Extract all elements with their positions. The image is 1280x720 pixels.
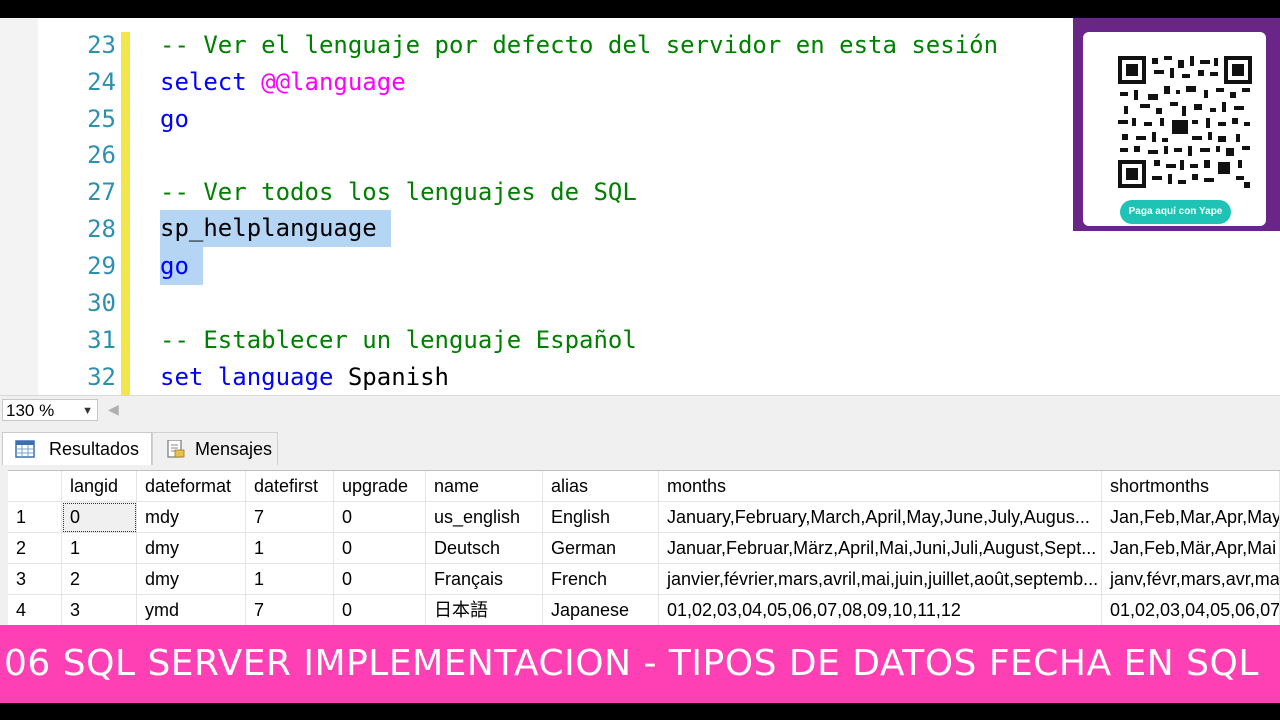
grid-cell[interactable]: 2 <box>62 564 137 595</box>
keyword-select: select <box>160 68 262 96</box>
grid-cell[interactable]: English <box>543 502 659 533</box>
grid-cell[interactable]: janvier,février,mars,avril,mai,juin,juil… <box>659 564 1102 595</box>
grid-results-icon <box>15 440 35 458</box>
qr-payment-overlay: Paga aquí con Yape <box>1073 18 1280 231</box>
messages-icon <box>167 440 185 458</box>
column-header[interactable]: langid <box>62 471 137 502</box>
line-number: 27 <box>87 178 116 206</box>
grid-cell[interactable]: mdy <box>137 502 246 533</box>
grid-cell[interactable]: French <box>543 564 659 595</box>
line-number: 32 <box>87 363 116 391</box>
grid-cell-selected[interactable]: 0 <box>62 502 137 533</box>
tab-messages-label: Mensajes <box>195 439 273 459</box>
line-number: 24 <box>87 68 116 96</box>
code-line-selected[interactable]: go <box>160 247 204 285</box>
code-line-comment[interactable]: -- Ver todos los lenguajes de SQL <box>160 177 637 207</box>
grid-cell[interactable]: Japanese <box>543 595 659 626</box>
row-number: 1 <box>8 502 62 533</box>
identifier-spanish: Spanish <box>347 363 449 391</box>
results-grid[interactable]: langid dateformat datefirst upgrade name… <box>8 470 1280 626</box>
grid-cell[interactable]: Français <box>426 564 543 595</box>
chevron-down-icon: ▼ <box>82 405 93 417</box>
grid-cell[interactable]: 7 <box>246 502 334 533</box>
grid-cell[interactable]: 日本語 <box>426 595 543 626</box>
zoom-dropdown[interactable]: 130 % ▼ <box>2 399 98 421</box>
variable-language: @@language <box>261 68 406 96</box>
grid-cell[interactable]: dmy <box>137 564 246 595</box>
selected-text: sp_helplanguage <box>160 210 392 247</box>
grid-cell[interactable]: janv,févr,mars,avr,ma <box>1102 564 1280 595</box>
editor-status-bar: 130 % ▼ ◀ <box>0 395 1280 426</box>
column-header[interactable]: alias <box>543 471 659 502</box>
grid-cell[interactable]: Jan,Feb,Mar,Apr,May <box>1102 502 1280 533</box>
grid-cell[interactable]: 1 <box>62 533 137 564</box>
grid-cell[interactable]: dmy <box>137 533 246 564</box>
grid-cell[interactable]: January,February,March,April,May,June,Ju… <box>659 502 1102 533</box>
qr-code-icon <box>1118 56 1252 188</box>
grid-cell[interactable]: 01,02,03,04,05,06,07 <box>1102 595 1280 626</box>
row-number: 3 <box>8 564 62 595</box>
grid-cell[interactable]: 1 <box>246 533 334 564</box>
line-number: 30 <box>87 289 116 317</box>
line-number: 31 <box>87 326 116 354</box>
line-number: 26 <box>87 141 116 169</box>
code-line[interactable]: select @@language <box>160 67 406 97</box>
code-line[interactable]: set language Spanish <box>160 362 449 392</box>
row-number: 2 <box>8 533 62 564</box>
grid-cell[interactable]: Jan,Feb,Mär,Apr,Mai <box>1102 533 1280 564</box>
row-number: 4 <box>8 595 62 626</box>
code-line-comment[interactable]: -- Establecer un lenguaje Español <box>160 325 637 355</box>
line-number: 28 <box>87 215 116 243</box>
bottom-black-bar <box>0 703 1280 720</box>
video-title-banner: 06 SQL SERVER IMPLEMENTACION - TIPOS DE … <box>0 625 1280 703</box>
change-tracking-bar <box>121 32 130 395</box>
tab-results-label: Resultados <box>49 439 140 459</box>
column-header[interactable]: name <box>426 471 543 502</box>
column-header[interactable]: dateformat <box>137 471 246 502</box>
grid-cell[interactable]: German <box>543 533 659 564</box>
tab-results[interactable]: Resultados <box>2 432 152 465</box>
grid-cell[interactable]: 0 <box>334 502 426 533</box>
grid-cell[interactable]: ymd <box>137 595 246 626</box>
line-number: 23 <box>87 31 116 59</box>
editor-margin <box>0 18 38 395</box>
results-pane: Resultados Mensajes langid dateformat da… <box>0 425 1280 626</box>
video-title: 06 SQL SERVER IMPLEMENTACION - TIPOS DE … <box>4 643 1259 684</box>
line-number: 29 <box>87 252 116 280</box>
scroll-left-arrow-icon[interactable]: ◀ <box>108 401 119 418</box>
column-header[interactable]: shortmonths <box>1102 471 1280 502</box>
column-header[interactable]: months <box>659 471 1102 502</box>
column-header[interactable]: datefirst <box>246 471 334 502</box>
selected-text: go <box>160 247 204 285</box>
code-line-go[interactable]: go <box>160 104 189 134</box>
tab-messages[interactable]: Mensajes <box>152 432 278 465</box>
keyword-set-language: set language <box>160 363 348 391</box>
grid-cell[interactable]: Deutsch <box>426 533 543 564</box>
column-header[interactable]: upgrade <box>334 471 426 502</box>
line-number: 25 <box>87 105 116 133</box>
grid-cell[interactable]: Januar,Februar,März,April,Mai,Juni,Juli,… <box>659 533 1102 564</box>
grid-cell[interactable]: 3 <box>62 595 137 626</box>
grid-cell[interactable]: 0 <box>334 564 426 595</box>
qr-card: Paga aquí con Yape <box>1083 32 1266 226</box>
top-black-bar <box>0 0 1280 18</box>
grid-cell[interactable]: 7 <box>246 595 334 626</box>
zoom-value: 130 % <box>6 401 55 420</box>
code-line-selected[interactable]: sp_helplanguage <box>160 210 392 247</box>
code-line-comment[interactable]: -- Ver el lenguaje por defecto del servi… <box>160 30 998 60</box>
grid-cell[interactable]: 0 <box>334 533 426 564</box>
row-header-corner <box>8 471 62 502</box>
grid-cell[interactable]: 1 <box>246 564 334 595</box>
pay-with-yape-button[interactable]: Paga aquí con Yape <box>1120 200 1231 224</box>
grid-cell[interactable]: 0 <box>334 595 426 626</box>
grid-cell[interactable]: us_english <box>426 502 543 533</box>
grid-cell[interactable]: 01,02,03,04,05,06,07,08,09,10,11,12 <box>659 595 1102 626</box>
